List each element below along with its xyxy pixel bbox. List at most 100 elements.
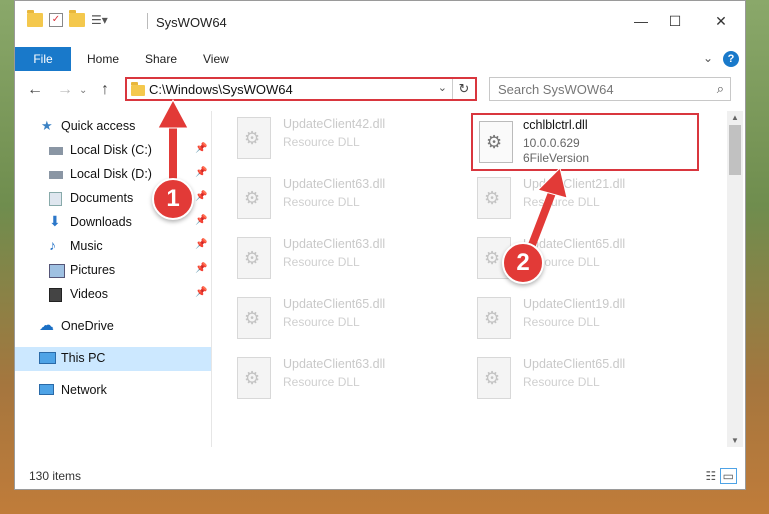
file-item[interactable]: UpdateClient19.dll Resource DLL: [455, 291, 685, 343]
window-title: SysWOW64: [156, 15, 227, 30]
view-toggle[interactable]: ☷ ▭: [706, 468, 737, 484]
file-name: UpdateClient42.dll: [283, 117, 386, 131]
file-description: Resource DLL: [523, 315, 600, 329]
music-icon: ♪: [49, 237, 56, 253]
dll-file-icon: [237, 117, 271, 159]
file-description: Resource DLL: [283, 255, 360, 269]
close-button[interactable]: ✕: [711, 11, 731, 31]
pin-icon[interactable]: 📌: [195, 167, 207, 178]
sidebar-item-label: This PC: [61, 351, 106, 365]
tiles-view-icon[interactable]: ▭: [719, 468, 737, 484]
scroll-down-icon[interactable]: ▼: [727, 436, 743, 445]
dll-file-icon: [237, 177, 271, 219]
file-version: 10.0.0.629: [523, 136, 580, 150]
forward-button[interactable]: →: [57, 81, 73, 99]
explorer-window: ✓ ☰▾ SysWOW64 — ☐ ✕ File Home Share View…: [14, 0, 746, 490]
recent-locations-icon[interactable]: ⌄: [79, 85, 87, 96]
sidebar-item-label: Pictures: [70, 263, 116, 277]
tab-share[interactable]: Share: [145, 47, 177, 71]
file-item[interactable]: UpdateClient65.dll Resource DLL: [455, 351, 685, 403]
sidebar-item-label: Quick access: [61, 119, 136, 133]
dll-file-icon: [477, 297, 511, 339]
address-dropdown-icon[interactable]: ⌄: [438, 81, 447, 94]
pin-icon[interactable]: 📌: [195, 263, 207, 274]
tab-file[interactable]: File: [15, 47, 71, 71]
documents-icon: [49, 192, 62, 206]
pane-divider[interactable]: [211, 111, 212, 447]
sidebar-item-quick-access[interactable]: ★ Quick access: [15, 115, 211, 139]
folder-icon: [131, 82, 145, 96]
sidebar-item-label: OneDrive: [61, 319, 114, 333]
file-item[interactable]: UpdateClient42.dll Resource DLL: [215, 111, 445, 163]
file-item[interactable]: UpdateClient63.dll Resource DLL: [215, 351, 445, 403]
address-bar[interactable]: C:\Windows\SysWOW64 ⌄ ↻: [125, 77, 477, 101]
search-input[interactable]: Search SysWOW64: [498, 82, 614, 97]
folder-icon: [27, 10, 43, 27]
pin-icon[interactable]: 📌: [195, 239, 207, 250]
search-box[interactable]: Search SysWOW64 ⌕: [489, 77, 731, 101]
title-separator: [147, 13, 148, 29]
sidebar-item-label: Documents: [70, 191, 134, 205]
videos-icon: [49, 288, 62, 302]
minimize-button[interactable]: —: [631, 11, 651, 31]
sidebar-item-label: Local Disk (D:): [70, 167, 152, 181]
back-button[interactable]: ←: [27, 81, 43, 99]
dll-file-icon: [477, 177, 511, 219]
customize-toolbar-icon[interactable]: ☰▾: [91, 13, 108, 27]
file-name: UpdateClient19.dll: [523, 297, 626, 311]
sidebar-item-pictures[interactable]: Pictures 📌: [15, 259, 211, 283]
file-description: Resource DLL: [523, 375, 600, 389]
search-icon[interactable]: ⌕: [717, 81, 724, 97]
ribbon-collapse-icon[interactable]: ⌄: [703, 51, 713, 65]
file-item[interactable]: UpdateClient63.dll Resource DLL: [215, 171, 445, 223]
file-name: UpdateClient63.dll: [283, 237, 386, 251]
file-list: UpdateClient42.dll Resource DLL cchlblct…: [215, 111, 725, 447]
pin-icon[interactable]: 📌: [195, 287, 207, 298]
navigation-pane: ★ Quick access Local Disk (C:) 📌 Local D…: [15, 111, 211, 459]
file-item[interactable]: UpdateClient65.dll Resource DLL: [215, 291, 445, 343]
file-description: Resource DLL: [283, 315, 360, 329]
pin-icon[interactable]: 📌: [195, 215, 207, 226]
sidebar-item-music[interactable]: ♪ Music 📌: [15, 235, 211, 259]
pin-icon[interactable]: 📌: [195, 191, 207, 202]
file-item-highlighted[interactable]: cchlblctrl.dll 10.0.0.629 6FileVersion: [471, 113, 699, 171]
new-folder-icon[interactable]: [69, 10, 85, 27]
sidebar-item-this-pc[interactable]: This PC: [15, 347, 211, 371]
file-item[interactable]: UpdateClient63.dll Resource DLL: [215, 231, 445, 283]
sidebar-item-videos[interactable]: Videos 📌: [15, 283, 211, 307]
help-icon[interactable]: ?: [723, 51, 739, 67]
up-button[interactable]: ↑: [101, 81, 109, 99]
annotation-badge-1: 1: [152, 178, 194, 220]
maximize-button[interactable]: ☐: [665, 11, 685, 31]
computer-icon: [39, 352, 56, 364]
file-name: UpdateClient65.dll: [523, 357, 626, 371]
vertical-scrollbar[interactable]: ▲ ▼: [727, 111, 743, 447]
scrollbar-thumb[interactable]: [729, 125, 741, 175]
file-name: cchlblctrl.dll: [523, 118, 588, 132]
sidebar-item-onedrive[interactable]: ☁ OneDrive: [15, 315, 211, 339]
address-path[interactable]: C:\Windows\SysWOW64: [149, 82, 293, 97]
file-name: UpdateClient63.dll: [283, 177, 386, 191]
tab-home[interactable]: Home: [87, 47, 119, 71]
star-icon: ★: [41, 118, 53, 133]
file-description: Resource DLL: [283, 195, 360, 209]
refresh-icon[interactable]: ↻: [452, 79, 475, 99]
sidebar-item-label: Videos: [70, 287, 108, 301]
dll-file-icon: [237, 237, 271, 279]
file-name: UpdateClient21.dll: [523, 177, 626, 191]
dll-file-icon: [237, 297, 271, 339]
file-description: Resource DLL: [523, 195, 600, 209]
dll-file-icon: [477, 357, 511, 399]
file-name: UpdateClient65.dll: [283, 297, 386, 311]
file-item[interactable]: UpdateClient21.dll Resource DLL: [455, 171, 685, 223]
sidebar-item-label: Local Disk (C:): [70, 143, 152, 157]
sidebar-item-network[interactable]: Network: [15, 379, 211, 403]
file-item[interactable]: UpdateClient65.dll Resource DLL: [455, 231, 685, 283]
tab-view[interactable]: View: [203, 47, 229, 71]
details-view-icon[interactable]: ☷: [706, 469, 717, 483]
sidebar-item-local-disk-c[interactable]: Local Disk (C:) 📌: [15, 139, 211, 163]
properties-icon[interactable]: ✓: [49, 13, 63, 27]
pin-icon[interactable]: 📌: [195, 143, 207, 154]
scroll-up-icon[interactable]: ▲: [727, 113, 743, 122]
drive-icon: [49, 147, 63, 155]
